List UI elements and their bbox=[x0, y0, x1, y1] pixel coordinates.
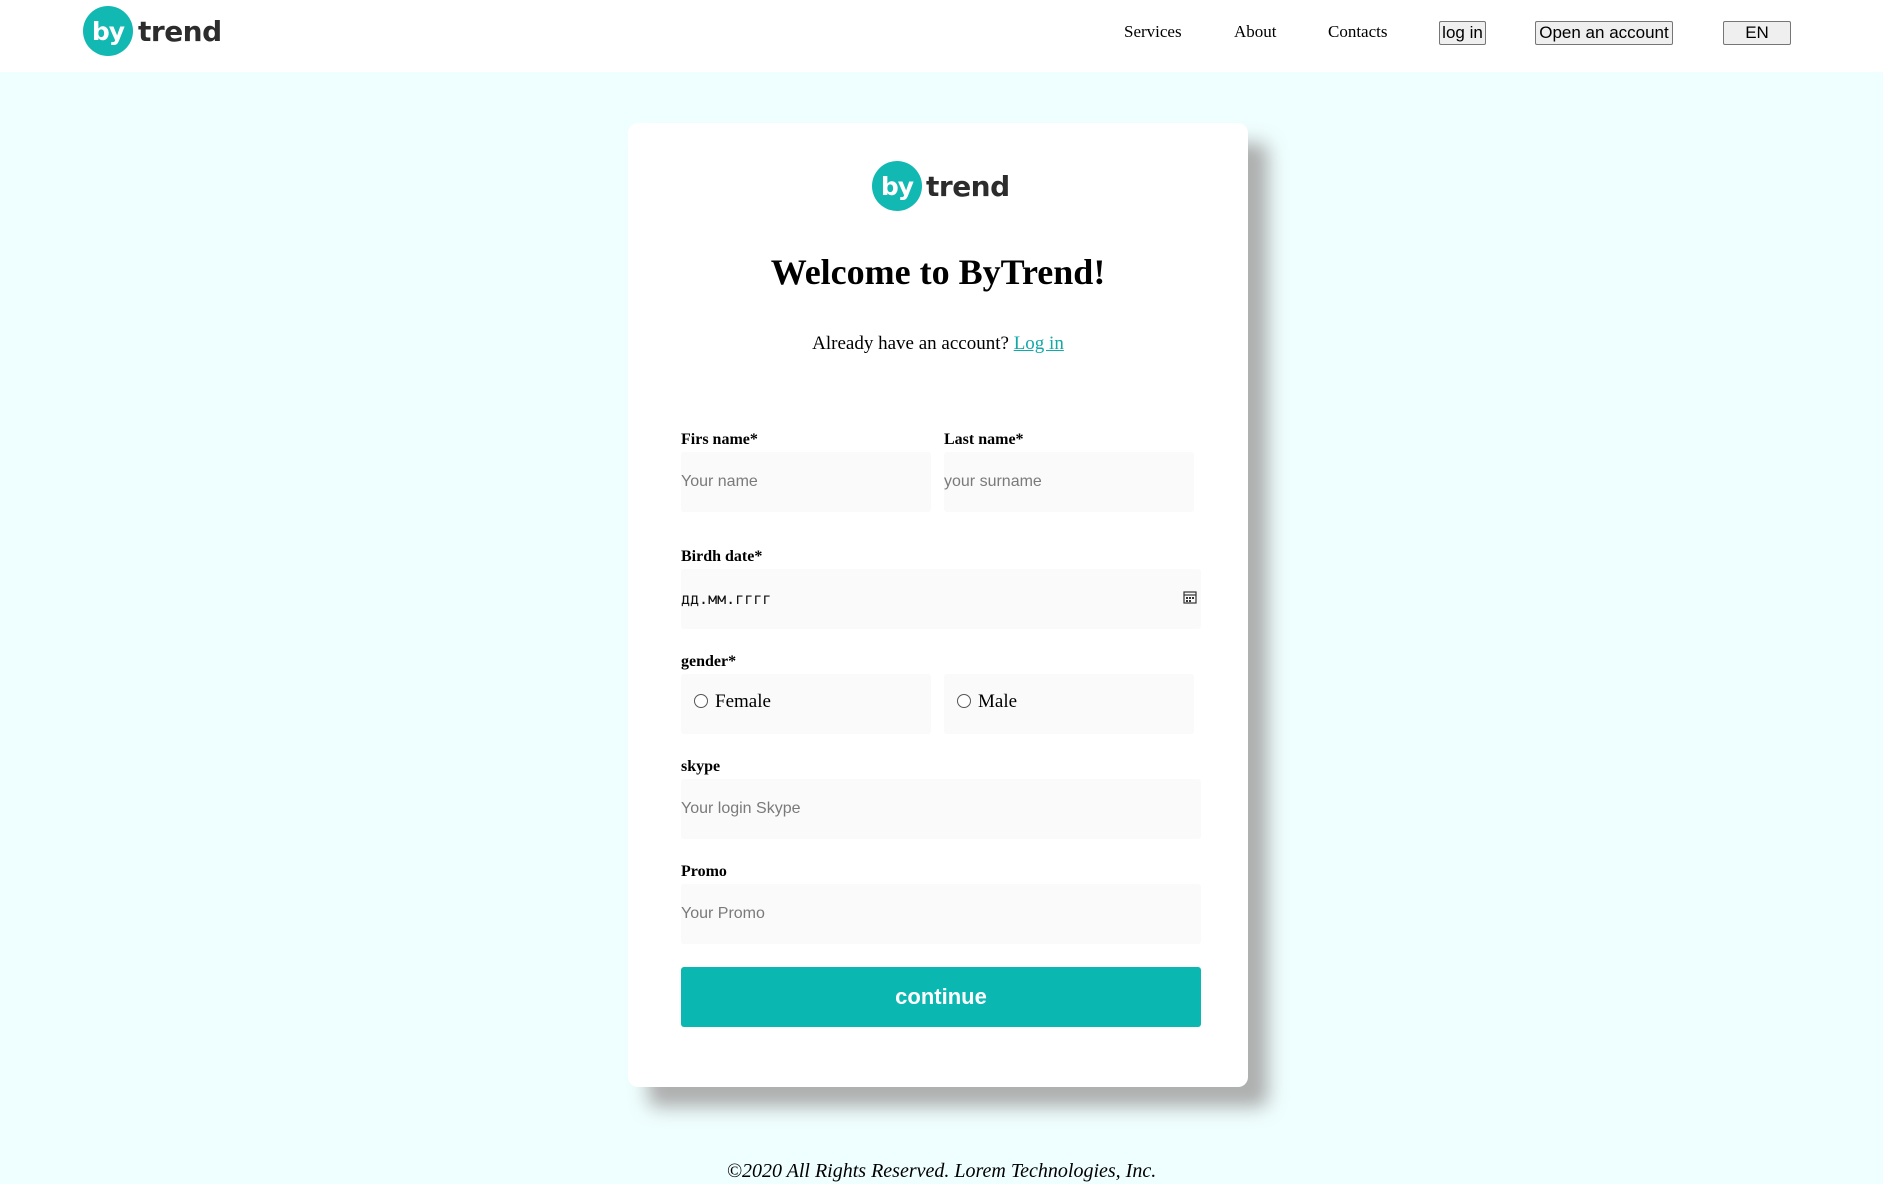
card-logo: by trend bbox=[872, 161, 1010, 211]
first-name-label: Firs name* bbox=[681, 431, 758, 448]
top-header: by trend Services About Contacts log in … bbox=[0, 0, 1883, 72]
footer-copyright: ©2020 All Rights Reserved. Lorem Technol… bbox=[726, 1160, 1157, 1182]
header-logo[interactable]: by trend bbox=[83, 6, 222, 56]
already-text: Already have an account? bbox=[812, 333, 1009, 354]
birth-date-label: Birdh date* bbox=[681, 548, 763, 565]
gender-male-option[interactable]: Male bbox=[944, 674, 1194, 734]
birth-date-input[interactable]: дд.мм.гггг bbox=[681, 569, 1201, 629]
logo-mark: by bbox=[872, 161, 922, 211]
logo-wordmark: trend bbox=[926, 169, 1010, 203]
promo-label: Promo bbox=[681, 863, 727, 880]
first-name-placeholder: Your name bbox=[681, 473, 758, 490]
login-link[interactable]: Log in bbox=[1014, 333, 1064, 354]
male-label: Male bbox=[978, 691, 1018, 712]
gender-label: gender* bbox=[681, 653, 737, 670]
calendar-icon[interactable] bbox=[1183, 590, 1197, 604]
gender-female-option[interactable]: Female bbox=[681, 674, 931, 734]
birth-date-placeholder: дд.мм.гггг bbox=[681, 590, 772, 608]
promo-input[interactable]: Your Promo bbox=[681, 884, 1201, 944]
nav-services[interactable]: Services bbox=[1124, 22, 1182, 42]
last-name-label: Last name* bbox=[944, 431, 1024, 448]
logo-wordmark: trend bbox=[138, 14, 222, 48]
first-name-input[interactable]: Your name bbox=[681, 452, 931, 512]
last-name-input[interactable]: your surname bbox=[944, 452, 1194, 512]
male-radio[interactable] bbox=[957, 694, 971, 708]
page-title: Welcome to ByTrend! bbox=[770, 252, 1106, 292]
skype-label: skype bbox=[681, 758, 721, 775]
logo-mark: by bbox=[83, 6, 133, 56]
female-label: Female bbox=[715, 691, 771, 712]
open-account-button[interactable]: Open an account bbox=[1535, 21, 1673, 45]
continue-button[interactable]: continue bbox=[681, 967, 1201, 1027]
language-button[interactable]: EN bbox=[1723, 21, 1791, 45]
promo-placeholder: Your Promo bbox=[681, 905, 765, 922]
skype-placeholder: Your login Skype bbox=[681, 800, 801, 817]
skype-input[interactable]: Your login Skype bbox=[681, 779, 1201, 839]
female-radio[interactable] bbox=[694, 694, 708, 708]
already-have-account: Already have an account? Log in bbox=[628, 333, 1248, 355]
last-name-placeholder: your surname bbox=[944, 473, 1042, 490]
registration-card: by trend Welcome to ByTrend! Already hav… bbox=[628, 123, 1248, 1087]
login-button[interactable]: log in bbox=[1439, 21, 1486, 45]
nav-contacts[interactable]: Contacts bbox=[1328, 22, 1388, 42]
nav-about[interactable]: About bbox=[1234, 22, 1277, 42]
